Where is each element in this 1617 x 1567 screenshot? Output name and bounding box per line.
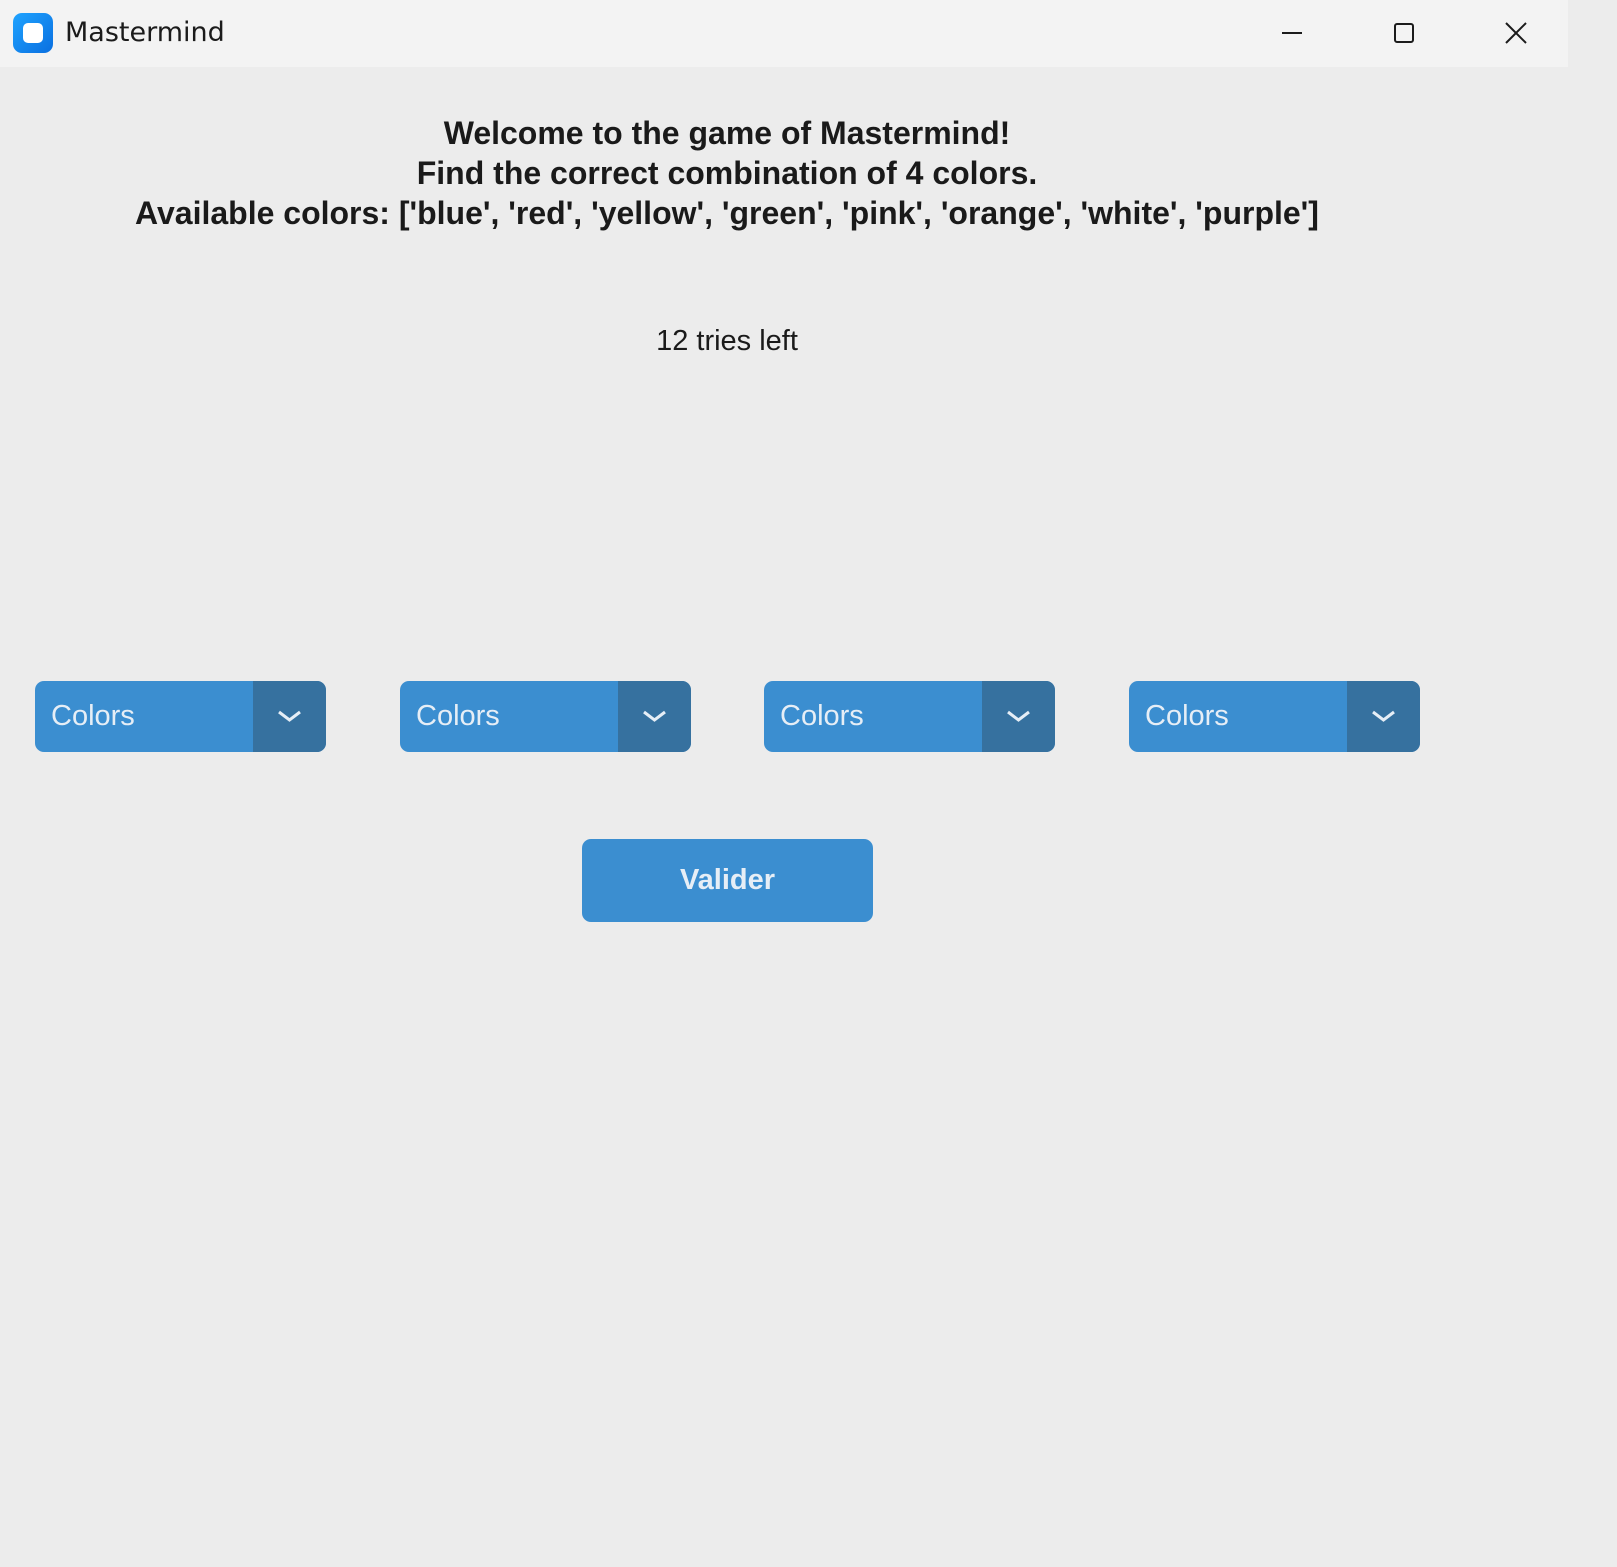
- welcome-message: Welcome to the game of Mastermind! Find …: [0, 113, 1454, 233]
- chevron-down-icon: [1007, 710, 1030, 722]
- color-selector-4[interactable]: Colors: [1129, 681, 1420, 752]
- minimize-icon: [1282, 32, 1302, 34]
- chevron-down-icon: [1372, 710, 1395, 722]
- close-icon: [1505, 22, 1527, 44]
- color-selector-2[interactable]: Colors: [400, 681, 691, 752]
- color-selector-value[interactable]: Colors: [780, 681, 864, 752]
- dropdown-button[interactable]: [253, 681, 326, 752]
- color-selector-1[interactable]: Colors: [35, 681, 326, 752]
- dropdown-button[interactable]: [1347, 681, 1420, 752]
- color-selector-value[interactable]: Colors: [1145, 681, 1229, 752]
- window-title: Mastermind: [65, 17, 225, 48]
- tries-left-label: 12 tries left: [656, 325, 798, 357]
- maximize-icon: [1394, 23, 1414, 43]
- color-selector-value[interactable]: Colors: [51, 681, 135, 752]
- dropdown-button[interactable]: [618, 681, 691, 752]
- minimize-button[interactable]: [1236, 0, 1348, 67]
- available-colors-line: Available colors: ['blue', 'red', 'yello…: [135, 195, 1319, 231]
- dropdown-button[interactable]: [982, 681, 1055, 752]
- title-bar[interactable]: Mastermind: [0, 0, 1568, 67]
- maximize-button[interactable]: [1348, 0, 1460, 67]
- instruction-line: Find the correct combination of 4 colors…: [416, 155, 1038, 191]
- validate-button[interactable]: Valider: [582, 839, 873, 922]
- color-selector-value[interactable]: Colors: [416, 681, 500, 752]
- welcome-line: Welcome to the game of Mastermind!: [443, 115, 1011, 151]
- chevron-down-icon: [278, 710, 301, 722]
- color-selector-3[interactable]: Colors: [764, 681, 1055, 752]
- app-icon: [13, 13, 53, 53]
- chevron-down-icon: [643, 710, 666, 722]
- app-window: Mastermind Welcome to the game of Master…: [0, 0, 1568, 1520]
- close-button[interactable]: [1460, 0, 1572, 67]
